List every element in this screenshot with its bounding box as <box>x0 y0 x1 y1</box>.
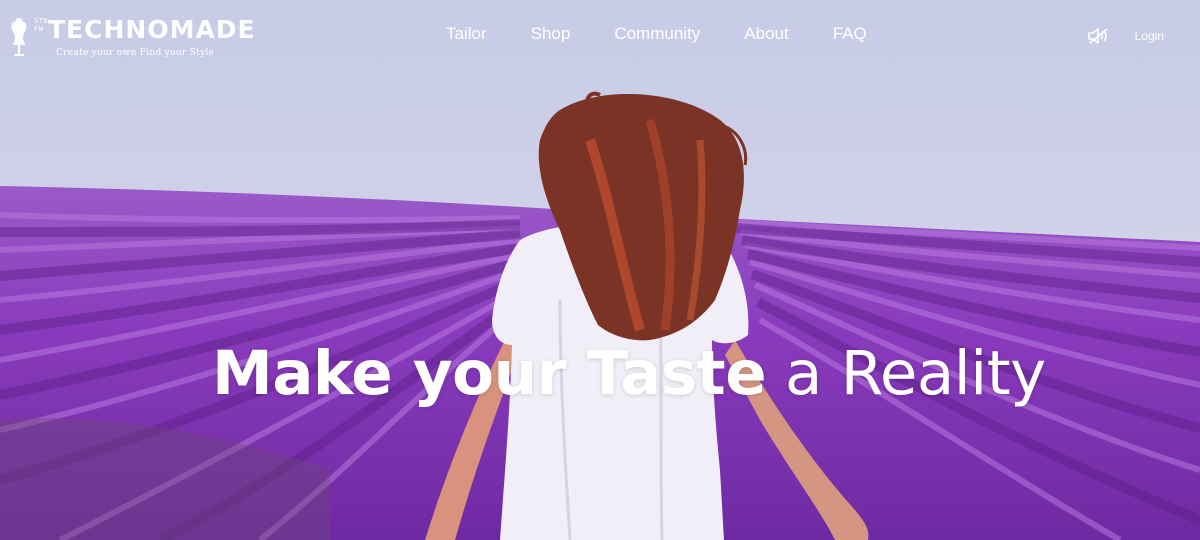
brand-name: TECHNOMADE <box>48 15 256 44</box>
dress-form-icon <box>11 18 27 56</box>
brand-logo[interactable]: STD FW TECHNOMADE Create your own Find yo… <box>8 14 255 62</box>
nav-item-faq[interactable]: FAQ <box>833 24 867 44</box>
headline-thin-part: a Reality <box>784 338 1046 409</box>
brand-small-mark: STD FW <box>34 17 49 33</box>
hero-background <box>0 0 1200 540</box>
nav-item-tailor[interactable]: Tailor <box>446 24 487 44</box>
login-link[interactable]: Login <box>1135 29 1164 43</box>
speaker-muted-icon[interactable] <box>1087 27 1109 45</box>
top-navigation: STD FW TECHNOMADE Create your own Find yo… <box>0 0 1200 74</box>
brand-tagline: Create your own Find your Style <box>56 48 215 58</box>
header-tools: Login <box>1087 27 1164 45</box>
woman-figure-image <box>425 91 869 540</box>
main-menu: Tailor Shop Community About FAQ <box>426 24 911 44</box>
nav-item-community[interactable]: Community <box>614 24 700 44</box>
nav-item-about[interactable]: About <box>744 24 788 44</box>
hero-headline: Make your Taste a Reality <box>212 338 1046 409</box>
headline-bold-part: Make your Taste <box>212 338 767 409</box>
nav-item-shop[interactable]: Shop <box>531 24 571 44</box>
